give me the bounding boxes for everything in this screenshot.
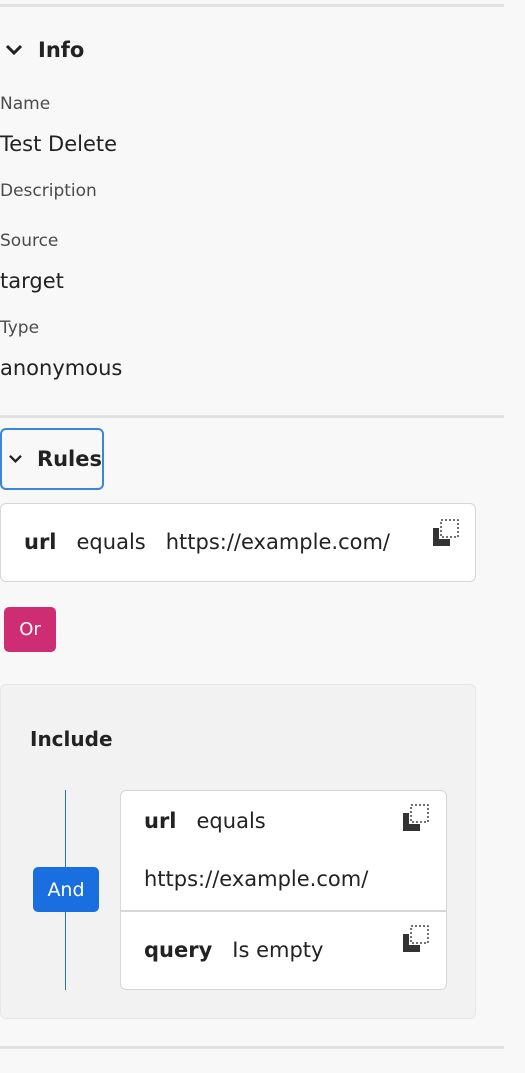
info-heading: Info [38, 38, 85, 62]
bottom-divider [0, 1046, 504, 1049]
top-divider [0, 4, 504, 7]
condition-value: https://example.com/ [144, 867, 369, 891]
name-value: Test Delete [0, 132, 118, 156]
info-section-toggle[interactable]: Info [0, 34, 84, 66]
name-label: Name [0, 94, 51, 114]
copy-icon[interactable] [401, 803, 431, 833]
condition-operator: Is empty [232, 938, 324, 962]
source-value: target [0, 269, 64, 293]
rule-card: url equals https://example.com/ [0, 503, 476, 582]
copy-icon[interactable] [401, 924, 431, 954]
type-value: anonymous [0, 356, 123, 380]
info-divider [0, 415, 504, 418]
type-label: Type [0, 318, 40, 338]
rules-section-toggle[interactable]: Rules [0, 428, 104, 490]
condition-field: query [144, 938, 213, 962]
and-button[interactable]: And [33, 867, 99, 912]
and-connector-line [65, 790, 66, 867]
condition-field: url [144, 809, 177, 833]
rules-heading: Rules [36, 447, 102, 471]
description-label: Description [0, 181, 97, 201]
source-label: Source [0, 231, 59, 251]
chevron-down-icon [5, 44, 23, 56]
and-connector-line [65, 912, 66, 990]
condition-row: url equals [144, 809, 286, 833]
rule-operator: equals [76, 530, 146, 554]
condition-row: query Is empty [144, 938, 343, 962]
or-button[interactable]: Or [4, 607, 56, 652]
condition-operator: equals [196, 809, 266, 833]
include-title: Include [30, 727, 113, 751]
condition-separator [121, 910, 446, 912]
rule-field: url [24, 530, 57, 554]
chevron-down-icon [9, 455, 22, 464]
rule-value: https://example.com/ [165, 530, 390, 554]
copy-icon[interactable] [431, 518, 461, 548]
